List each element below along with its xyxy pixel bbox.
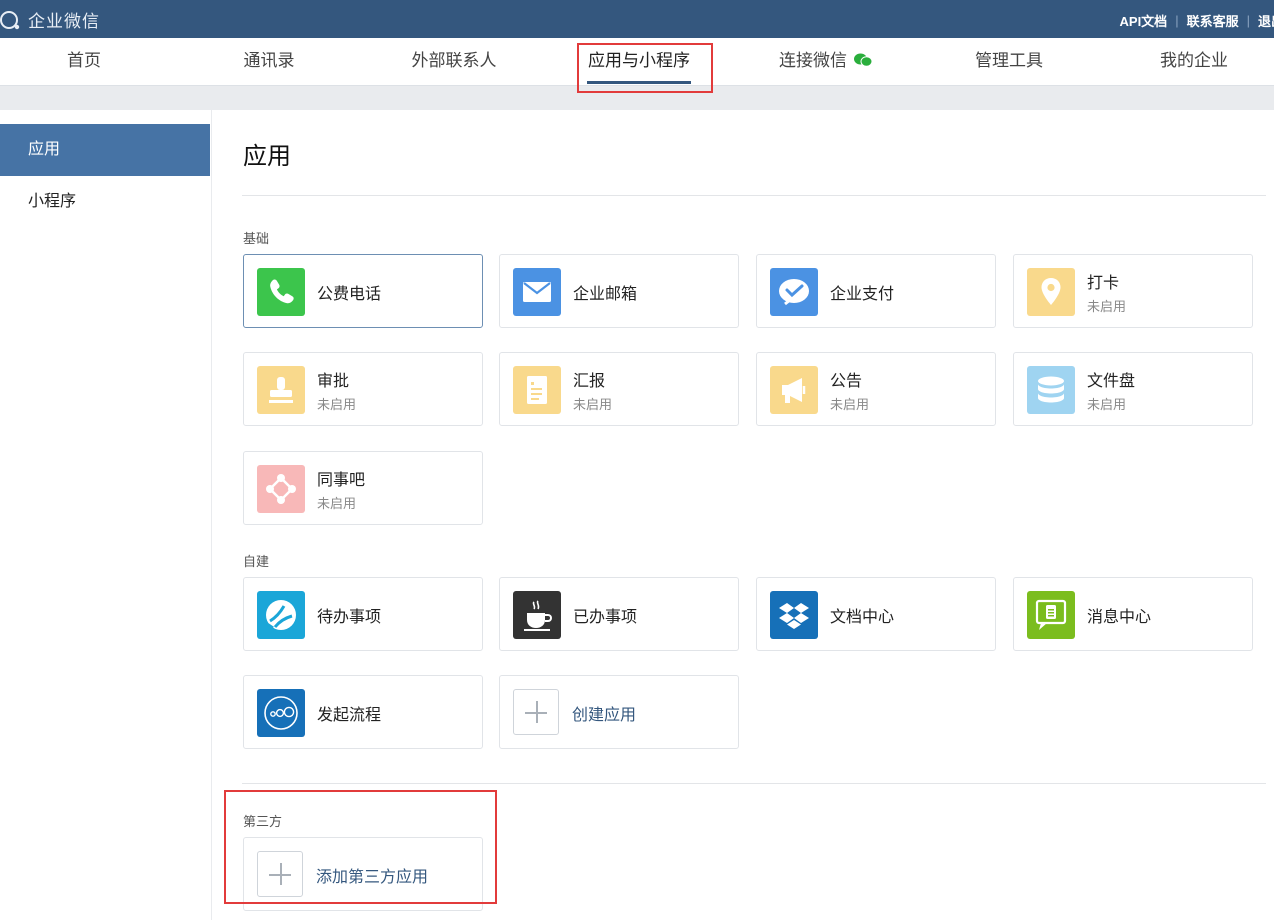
app-name: 企业支付 (830, 286, 895, 303)
app-card-approval[interactable]: 审批 未启用 (243, 352, 483, 426)
app-card-colleague-forum[interactable]: 同事吧 未启用 (243, 451, 483, 525)
mail-icon (513, 268, 561, 316)
stamp-icon (257, 366, 305, 414)
link-separator: | (1246, 13, 1250, 28)
location-pin-icon (1027, 268, 1075, 316)
section-label-basic: 基础 (243, 231, 270, 246)
sidebar: 应用 小程序 (0, 110, 211, 920)
app-card-document-center[interactable]: 文档中心 (756, 577, 996, 651)
app-name: 文件盘 (1087, 373, 1136, 390)
plus-icon (513, 689, 559, 735)
plus-icon (257, 851, 303, 897)
add-third-party-app-label: 添加第三方应用 (316, 869, 429, 886)
app-card-mail[interactable]: 企业邮箱 (499, 254, 739, 328)
network-icon (257, 465, 305, 513)
database-icon (1027, 366, 1075, 414)
nav-apps-label: 应用与小程序 (588, 51, 690, 70)
logo-text: 企业微信 (28, 12, 100, 31)
top-links: API文档 | 联系客服 | 退出 (1120, 11, 1274, 30)
app-name: 待办事项 (317, 609, 382, 626)
api-docs-link[interactable]: API文档 (1120, 11, 1168, 30)
app-name: 发起流程 (317, 707, 382, 724)
section-label-custom: 自建 (243, 554, 270, 569)
nav-my-company[interactable]: 我的企业 (1159, 38, 1229, 86)
app-status: 未启用 (573, 397, 613, 412)
app-status: 未启用 (317, 397, 357, 412)
app-card-phone[interactable]: 公费电话 (243, 254, 483, 328)
nav-contacts-label: 通讯录 (243, 51, 295, 70)
nav-connect-wechat[interactable]: 连接微信 (776, 38, 876, 86)
logout-link[interactable]: 退出 (1258, 11, 1274, 30)
section-label-third-party: 第三方 (243, 814, 283, 829)
main-nav: 首页 通讯录 外部联系人 应用与小程序 连接微信 管理工具 我的企业 (0, 38, 1274, 86)
app-card-checkin[interactable]: 打卡 未启用 (1013, 254, 1253, 328)
app-name: 公费电话 (317, 286, 382, 303)
flow-icon (257, 689, 305, 737)
sidebar-item-mini-programs[interactable]: 小程序 (0, 176, 210, 228)
create-app-label: 创建应用 (572, 707, 637, 724)
page-title: 应用 (243, 143, 291, 170)
create-app-button[interactable]: 创建应用 (499, 675, 739, 749)
nav-my-company-label: 我的企业 (1160, 51, 1228, 70)
nav-active-underline (587, 81, 691, 84)
nav-apps[interactable]: 应用与小程序 (587, 38, 691, 86)
phone-icon (257, 268, 305, 316)
nav-external-contacts[interactable]: 外部联系人 (410, 38, 498, 86)
nav-home[interactable]: 首页 (66, 38, 102, 86)
nav-external-contacts-label: 外部联系人 (411, 51, 497, 70)
app-name: 文档中心 (830, 609, 895, 626)
app-name: 公告 (830, 373, 863, 390)
app-name: 已办事项 (573, 609, 638, 626)
link-separator: | (1175, 13, 1179, 28)
app-name: 审批 (317, 373, 350, 390)
app-status: 未启用 (1087, 397, 1127, 412)
dropbox-icon (770, 591, 818, 639)
app-name: 汇报 (573, 373, 606, 390)
message-icon (1027, 591, 1075, 639)
app-card-done[interactable]: 已办事项 (499, 577, 739, 651)
coffee-cup-icon (513, 591, 561, 639)
app-card-start-flow[interactable]: 发起流程 (243, 675, 483, 749)
logo[interactable]: 企业微信 (0, 7, 100, 32)
app-card-payment[interactable]: 企业支付 (756, 254, 996, 328)
payment-icon (770, 268, 818, 316)
nav-home-label: 首页 (67, 51, 101, 70)
app-card-announcement[interactable]: 公告 未启用 (756, 352, 996, 426)
app-card-report[interactable]: 汇报 未启用 (499, 352, 739, 426)
title-divider (242, 195, 1266, 196)
app-name: 企业邮箱 (573, 286, 638, 303)
add-third-party-app-button[interactable]: 添加第三方应用 (243, 837, 483, 911)
app-card-todo[interactable]: 待办事项 (243, 577, 483, 651)
app-status: 未启用 (317, 496, 357, 511)
app-name: 消息中心 (1087, 609, 1152, 626)
wechat-icon (854, 53, 873, 67)
sidebar-item-apps[interactable]: 应用 (0, 124, 210, 176)
logo-icon (0, 10, 20, 29)
megaphone-icon (770, 366, 818, 414)
app-name: 同事吧 (317, 472, 366, 489)
app-card-message-center[interactable]: 消息中心 (1013, 577, 1253, 651)
app-status: 未启用 (830, 397, 870, 412)
app-card-file-drive[interactable]: 文件盘 未启用 (1013, 352, 1253, 426)
nav-connect-wechat-label: 连接微信 (779, 51, 847, 70)
app-status: 未启用 (1087, 299, 1127, 314)
section-divider (242, 783, 1266, 784)
report-icon (513, 366, 561, 414)
app-name: 打卡 (1087, 275, 1120, 292)
main-content: 应用 基础 公费电话 企业邮箱 企业支付 打卡 未启用 审批 未启用 汇报 未启… (212, 110, 1274, 920)
todo-icon (257, 591, 305, 639)
contact-support-link[interactable]: 联系客服 (1187, 11, 1239, 30)
nav-management-tools[interactable]: 管理工具 (974, 38, 1044, 86)
nav-contacts[interactable]: 通讯录 (242, 38, 296, 86)
top-bar: 企业微信 API文档 | 联系客服 | 退出 (0, 0, 1274, 38)
nav-management-tools-label: 管理工具 (975, 51, 1043, 70)
